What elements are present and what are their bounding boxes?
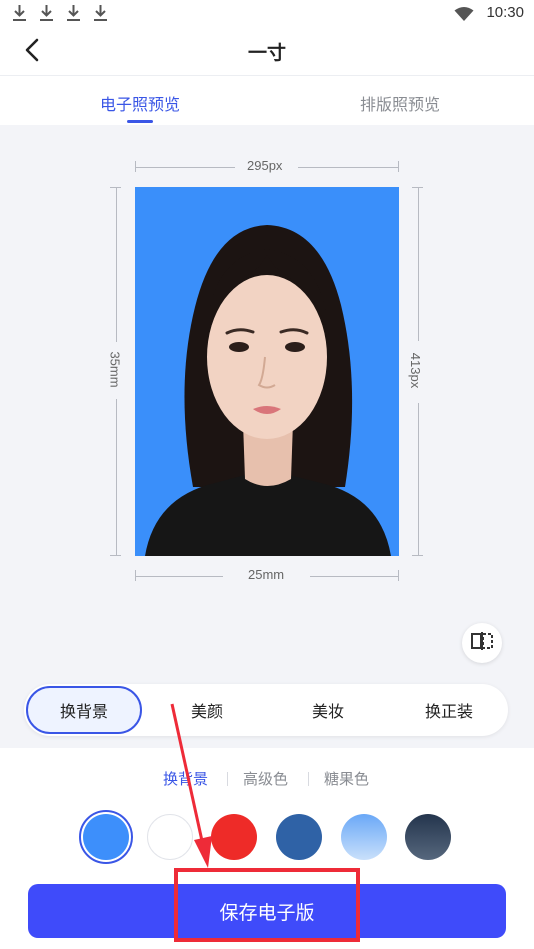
tab-active-indicator [127, 120, 153, 123]
width-px-label: 295px [247, 158, 283, 173]
height-mm-label: 35mm [107, 351, 123, 388]
dimension-line [310, 576, 399, 577]
swatch-gradient-gray[interactable] [405, 814, 451, 860]
id-photo [135, 187, 399, 556]
photo-preview-area: 295px 25mm 35mm 413px 换背景 美颜 美妆 换正装 [0, 125, 534, 748]
func-change-suit[interactable]: 换正装 [390, 684, 508, 736]
height-px-label: 413px [408, 352, 424, 389]
subtab-premium-colors[interactable]: 高级色 [243, 768, 288, 789]
download-icon [93, 4, 108, 22]
swatch-dark-blue[interactable] [276, 814, 322, 860]
divider [227, 772, 228, 786]
app-header: 一寸 [0, 28, 534, 76]
dimension-line [298, 167, 399, 168]
dimension-line [135, 576, 223, 577]
wifi-icon [454, 6, 474, 22]
subtab-candy-colors[interactable]: 糖果色 [324, 768, 369, 789]
swatch-gradient-blue[interactable] [341, 814, 387, 860]
tab-electronic-preview[interactable]: 电子照预览 [40, 91, 240, 115]
tab-layout-preview[interactable]: 排版照预览 [300, 91, 500, 115]
page-title: 一寸 [247, 42, 286, 64]
dimension-line [135, 167, 235, 168]
download-notifications [12, 4, 108, 22]
width-mm-label: 25mm [248, 567, 285, 582]
annotation-arrow [170, 703, 212, 868]
color-category-tabs: 换背景 高级色 糖果色 [0, 768, 534, 792]
download-icon [12, 4, 27, 22]
function-bar: 换背景 美颜 美妆 换正装 [24, 684, 508, 736]
download-icon [66, 4, 81, 22]
color-swatches [0, 810, 534, 864]
annotation-highlight-box [174, 868, 360, 942]
dimension-line [116, 187, 117, 342]
compare-icon [471, 631, 493, 655]
func-change-background[interactable]: 换背景 [26, 686, 142, 734]
dimension-line [116, 399, 117, 556]
compare-button[interactable] [462, 623, 502, 663]
preview-tabs: 电子照预览 排版照预览 [0, 77, 534, 125]
portrait-illustration [135, 187, 399, 556]
status-time: 10:30 [486, 4, 524, 21]
status-bar: 10:30 [0, 0, 534, 28]
dimension-line [418, 403, 419, 556]
func-makeup[interactable]: 美妆 [269, 684, 387, 736]
swatch-blue[interactable] [83, 814, 129, 860]
download-icon [39, 4, 54, 22]
divider [308, 772, 309, 786]
dimension-line [418, 187, 419, 341]
